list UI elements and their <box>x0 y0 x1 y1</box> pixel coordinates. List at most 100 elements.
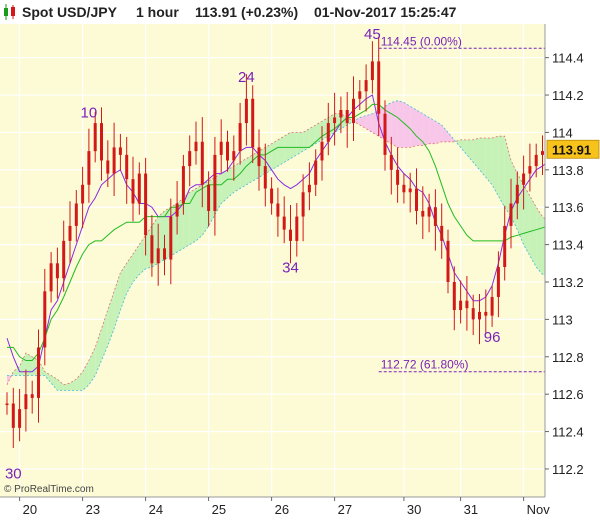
candle-body <box>383 113 387 155</box>
candle-body <box>87 151 91 185</box>
candle-body <box>490 296 494 316</box>
cloud-segment <box>403 102 411 148</box>
candle-body <box>188 151 192 167</box>
cloud-segment <box>536 207 543 275</box>
swing-label: 96 <box>484 329 501 346</box>
candle-body <box>484 311 488 316</box>
candle-body <box>118 147 122 155</box>
candle-body <box>427 207 431 217</box>
candle-body <box>352 98 355 124</box>
candle-body <box>112 147 116 174</box>
watermark: © ProRealTime.com <box>4 484 94 495</box>
candle-body <box>11 403 15 428</box>
chart-window: 114.45 (0.00%) 112.72 (61.80%) 30 10 24 34 45… <box>0 0 600 519</box>
candle-body <box>125 154 129 180</box>
candle-body <box>37 347 40 398</box>
y-tick-label: 112.6 <box>552 387 584 402</box>
cloud-segment <box>422 113 430 146</box>
datetime-label: 01-Nov-2017 15:25:47 <box>314 4 457 20</box>
candle-body <box>263 166 267 189</box>
x-tick-label: 25 <box>212 502 226 517</box>
candle-body <box>181 166 185 204</box>
candle-body <box>137 173 141 204</box>
y-tick-label: 114.2 <box>552 88 584 103</box>
y-tick-label: 113.6 <box>552 200 584 215</box>
y-tick-label: 112.4 <box>552 425 584 440</box>
candle-body <box>200 141 204 185</box>
candle-body <box>30 394 34 398</box>
last-price-value: 113.91 <box>552 142 591 157</box>
candle-body <box>320 141 324 161</box>
cloud-segment <box>498 136 505 208</box>
candle-body <box>541 151 544 155</box>
candle-body <box>402 184 406 193</box>
cloud-segment <box>372 110 379 137</box>
candle-body <box>43 291 47 348</box>
cloud-segment <box>290 132 297 159</box>
candle-body <box>534 154 538 167</box>
cloud-segment <box>315 121 322 144</box>
candle-body <box>528 166 532 174</box>
candle-body <box>144 173 148 236</box>
candle-body <box>522 173 526 185</box>
candle-body <box>389 154 393 170</box>
cloud-segment <box>271 139 278 170</box>
candle-body <box>257 147 261 167</box>
candle-body <box>326 123 330 142</box>
candle-body <box>452 282 456 311</box>
candle-body <box>219 141 223 155</box>
candle-body <box>226 141 229 161</box>
candle-body <box>465 300 469 309</box>
swing-label: 30 <box>5 465 22 482</box>
x-tick-label: Nov <box>527 502 551 517</box>
candle-body <box>295 216 299 241</box>
x-tick-label: 23 <box>86 502 100 517</box>
candle-body <box>55 263 59 279</box>
candle-body <box>49 263 53 292</box>
candle-body <box>100 123 103 161</box>
candle-body <box>433 207 437 226</box>
candle-body <box>358 91 362 99</box>
candle-body <box>24 394 28 410</box>
x-tick-label: 24 <box>149 502 163 517</box>
x-tick-label: 20 <box>23 502 37 517</box>
candle-body <box>307 184 311 193</box>
swing-label: 45 <box>364 26 381 43</box>
candle-body <box>150 235 154 264</box>
cloud-segment <box>277 136 285 167</box>
y-tick-label: 112.2 <box>552 462 584 477</box>
candle-body <box>408 188 412 193</box>
cloud-segment <box>485 138 493 185</box>
y-tick-label: 112.8 <box>552 350 584 365</box>
level-label: 112.72 (61.80%) <box>381 358 469 372</box>
x-tick-label: 30 <box>407 502 421 517</box>
cloud-segment <box>397 100 404 148</box>
swing-label: 24 <box>238 69 255 86</box>
cloud-segment <box>416 110 423 146</box>
candle-body <box>18 409 22 428</box>
y-tick-label: 113.8 <box>552 163 584 178</box>
candle-body <box>175 203 179 217</box>
candle-body <box>282 216 286 230</box>
timeframe-label: 1 hour <box>136 4 179 20</box>
candle-body <box>459 300 463 311</box>
candle-body <box>81 184 85 204</box>
y-tick-label: 113.4 <box>552 238 584 253</box>
candle-body <box>131 179 135 204</box>
y-tick-label: 113 <box>552 312 573 327</box>
cloud-segment <box>391 100 398 148</box>
candle-body <box>515 184 519 204</box>
candle-body <box>93 123 97 152</box>
cloud-segment <box>233 162 241 193</box>
x-tick-label: 26 <box>275 502 289 517</box>
candle-body <box>370 61 374 81</box>
candle-body <box>333 117 337 124</box>
cloud-segment <box>240 158 247 189</box>
candle-body <box>301 192 305 217</box>
candle-body <box>496 267 500 297</box>
candle-body <box>377 61 381 114</box>
candle-body <box>509 203 513 226</box>
candle-body <box>276 203 280 217</box>
candle-body <box>446 240 450 282</box>
candle-body <box>440 225 444 241</box>
